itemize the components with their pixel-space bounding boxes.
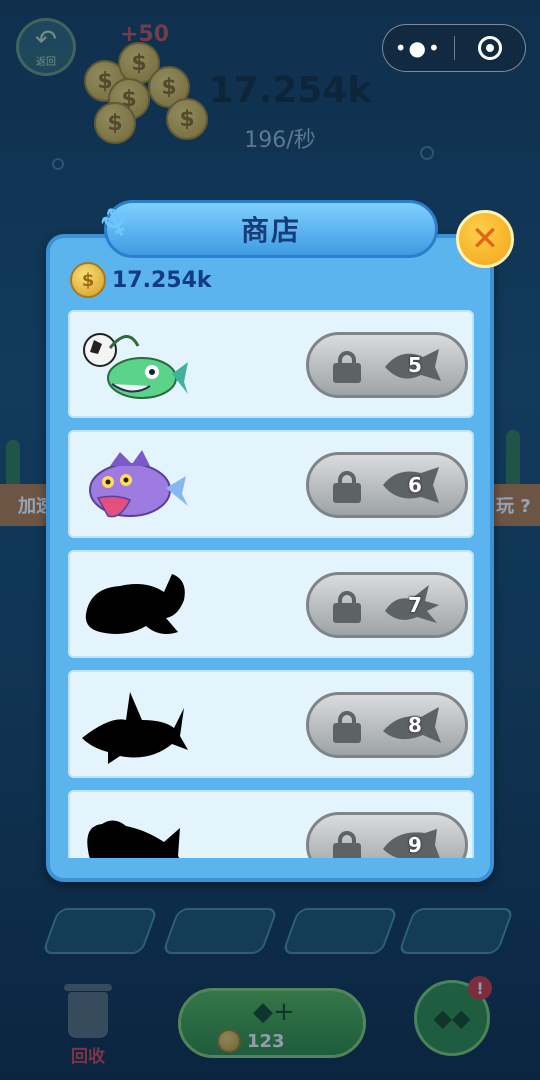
- notification-badge: !: [468, 976, 492, 1000]
- fish-level: 5: [408, 353, 422, 377]
- bottom-bar: 回收 ◆+ 123 ◆◆ !: [0, 976, 540, 1080]
- shop-title: 商店: [240, 214, 301, 247]
- fish-slots: [40, 900, 515, 960]
- fish-level: 8: [408, 713, 422, 737]
- locked-unlock-button[interactable]: 5: [306, 332, 468, 398]
- fish-group-icon: ◆◆: [433, 1004, 471, 1032]
- lock-icon: [333, 471, 361, 503]
- fish-slot[interactable]: [161, 908, 279, 954]
- list-item: 7: [68, 550, 474, 658]
- locked-fish-silhouette-icon: [87, 820, 180, 858]
- lock-icon: [333, 351, 361, 383]
- locked-shark-silhouette-icon: [82, 692, 188, 764]
- lock-icon: [333, 591, 361, 623]
- fish-level: 7: [408, 593, 422, 617]
- lock-icon: [333, 711, 361, 743]
- close-icon: ✕: [470, 219, 500, 259]
- coins-per-second: 196/秒: [244, 128, 316, 153]
- shop-balance: $ 17.254k: [70, 262, 212, 298]
- buy-cost: 123: [247, 1030, 285, 1052]
- bubble-icon: [420, 146, 434, 160]
- locked-fish-silhouette-icon: [85, 574, 185, 634]
- coin-icon: $: [70, 262, 106, 298]
- total-coins: 17.254k: [208, 70, 372, 111]
- trash-icon: [64, 984, 112, 1038]
- recycle-label: 回收: [71, 1047, 105, 1067]
- anglerfish-icon: [83, 333, 188, 399]
- help-label: 玩 ?: [496, 496, 531, 517]
- locked-unlock-button[interactable]: 6: [306, 452, 468, 518]
- purple-fish-icon: [89, 450, 188, 518]
- balance-amount: 17.254k: [112, 267, 212, 293]
- list-item: 5: [68, 310, 474, 418]
- locked-unlock-button[interactable]: 8: [306, 692, 468, 758]
- bubble-icon: [52, 158, 64, 170]
- list-item: 6: [68, 430, 474, 538]
- close-miniapp-button[interactable]: [455, 36, 526, 60]
- back-button[interactable]: ↶ 返回: [16, 18, 76, 76]
- recycle-button[interactable]: 回收: [62, 984, 114, 1068]
- fish-level: 9: [408, 833, 422, 857]
- lock-icon: [333, 831, 361, 858]
- miniapp-capsule: •●•: [382, 24, 526, 72]
- locked-unlock-button[interactable]: 9: [306, 812, 468, 858]
- fish-plus-icon: ◆+: [253, 997, 295, 1027]
- fish-slot[interactable]: [281, 908, 399, 954]
- coin-icon: [217, 1029, 241, 1053]
- locked-unlock-button[interactable]: 7: [306, 572, 468, 638]
- target-icon: [477, 36, 502, 60]
- close-shop-button[interactable]: ✕: [456, 210, 514, 268]
- list-item: 9: [68, 790, 474, 858]
- seaweed-icon: [506, 430, 520, 490]
- more-menu-button[interactable]: •●•: [383, 36, 454, 60]
- fish-slot[interactable]: [397, 908, 515, 954]
- list-item: 8: [68, 670, 474, 778]
- back-label: 返回: [36, 56, 56, 68]
- shop-item-list[interactable]: 5 6 7 8 9: [68, 310, 474, 858]
- fish-level: 6: [408, 473, 422, 497]
- buy-fish-button[interactable]: ◆+ 123: [178, 988, 366, 1058]
- fish-slot[interactable]: [41, 908, 159, 954]
- back-arrow-icon: ↶: [35, 24, 57, 55]
